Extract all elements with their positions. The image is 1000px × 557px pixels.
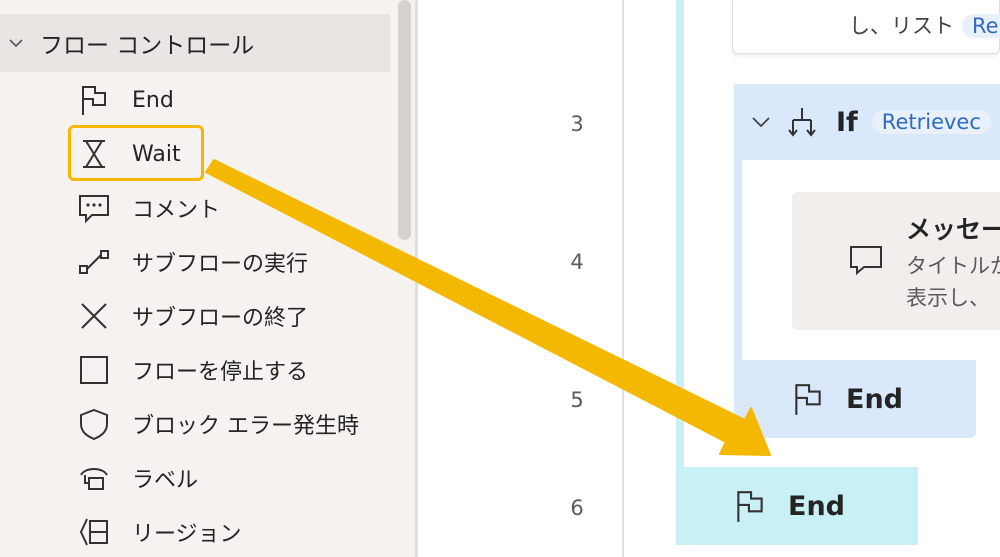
message-icon xyxy=(850,246,882,276)
outer-end-block[interactable]: End xyxy=(676,467,918,545)
action-end-subflow[interactable]: サブフローの終了 xyxy=(76,292,308,340)
action-title: メッセー xyxy=(906,215,1000,244)
if-keyword: If xyxy=(836,106,858,138)
action-label-item[interactable]: ラベル xyxy=(76,454,198,502)
group-label: フロー コントロール xyxy=(40,33,255,59)
action-region[interactable]: リージョン xyxy=(76,508,242,556)
chevron-down-icon[interactable] xyxy=(750,111,772,133)
end-keyword: End xyxy=(788,490,845,522)
gutter-divider xyxy=(622,0,624,557)
if-branch-icon xyxy=(788,108,816,137)
action-description: タイトルか xyxy=(906,254,1000,278)
flag-icon xyxy=(795,384,821,415)
line-number: 4 xyxy=(570,250,584,274)
line-number: 3 xyxy=(570,112,584,136)
inner-end-block[interactable]: End xyxy=(734,360,976,438)
chevron-down-icon xyxy=(9,39,23,48)
outer-block-indicator xyxy=(676,0,684,470)
stop-square-icon xyxy=(76,352,112,388)
action-label: コメント xyxy=(132,198,221,223)
subflow-run-icon xyxy=(76,244,112,280)
action-run-subflow[interactable]: サブフローの実行 xyxy=(76,238,308,286)
action-label: リージョン xyxy=(132,522,242,547)
flag-icon xyxy=(76,82,112,118)
region-icon xyxy=(76,514,112,550)
action-stop-flow[interactable]: フローを停止する xyxy=(76,346,308,394)
display-message-action-card[interactable]: メッセー タイトルか 表示し、 xyxy=(792,192,1000,330)
if-block-indicator xyxy=(734,160,742,360)
panel-scrollbar[interactable] xyxy=(398,0,411,240)
variable-chip: Re xyxy=(962,14,1000,38)
wait-highlight-box xyxy=(68,125,204,181)
variable-chip: Retrievec xyxy=(871,110,991,134)
action-label: フローを停止する xyxy=(132,360,309,385)
action-label: End xyxy=(132,87,174,113)
close-icon xyxy=(76,298,112,334)
if-block-header[interactable]: If Retrievec xyxy=(734,84,1000,160)
line-number: 6 xyxy=(570,496,584,520)
action-end[interactable]: End xyxy=(76,76,174,124)
group-flow-control[interactable]: フロー コントロール xyxy=(0,14,390,72)
previous-action-card[interactable]: し、リスト Re xyxy=(732,0,1000,54)
action-label: サブフローの実行 xyxy=(132,252,309,277)
previous-action-text: し、リスト xyxy=(849,14,954,38)
action-description: 表示し、 xyxy=(906,286,990,310)
action-label: ブロック エラー発生時 xyxy=(132,414,359,439)
actions-panel: フロー コントロール End Wait コメント サブフローの実行 サブフローの… xyxy=(0,0,415,557)
line-number: 5 xyxy=(570,388,584,412)
panel-divider[interactable] xyxy=(415,0,418,557)
action-label: ラベル xyxy=(132,468,199,493)
action-label: サブフローの終了 xyxy=(132,306,309,331)
label-icon xyxy=(76,460,112,496)
comment-icon xyxy=(76,190,112,226)
shield-icon xyxy=(76,406,112,442)
flag-icon xyxy=(737,491,763,522)
action-on-block-error[interactable]: ブロック エラー発生時 xyxy=(76,400,359,448)
action-comment[interactable]: コメント xyxy=(76,184,220,232)
end-keyword: End xyxy=(846,383,903,415)
